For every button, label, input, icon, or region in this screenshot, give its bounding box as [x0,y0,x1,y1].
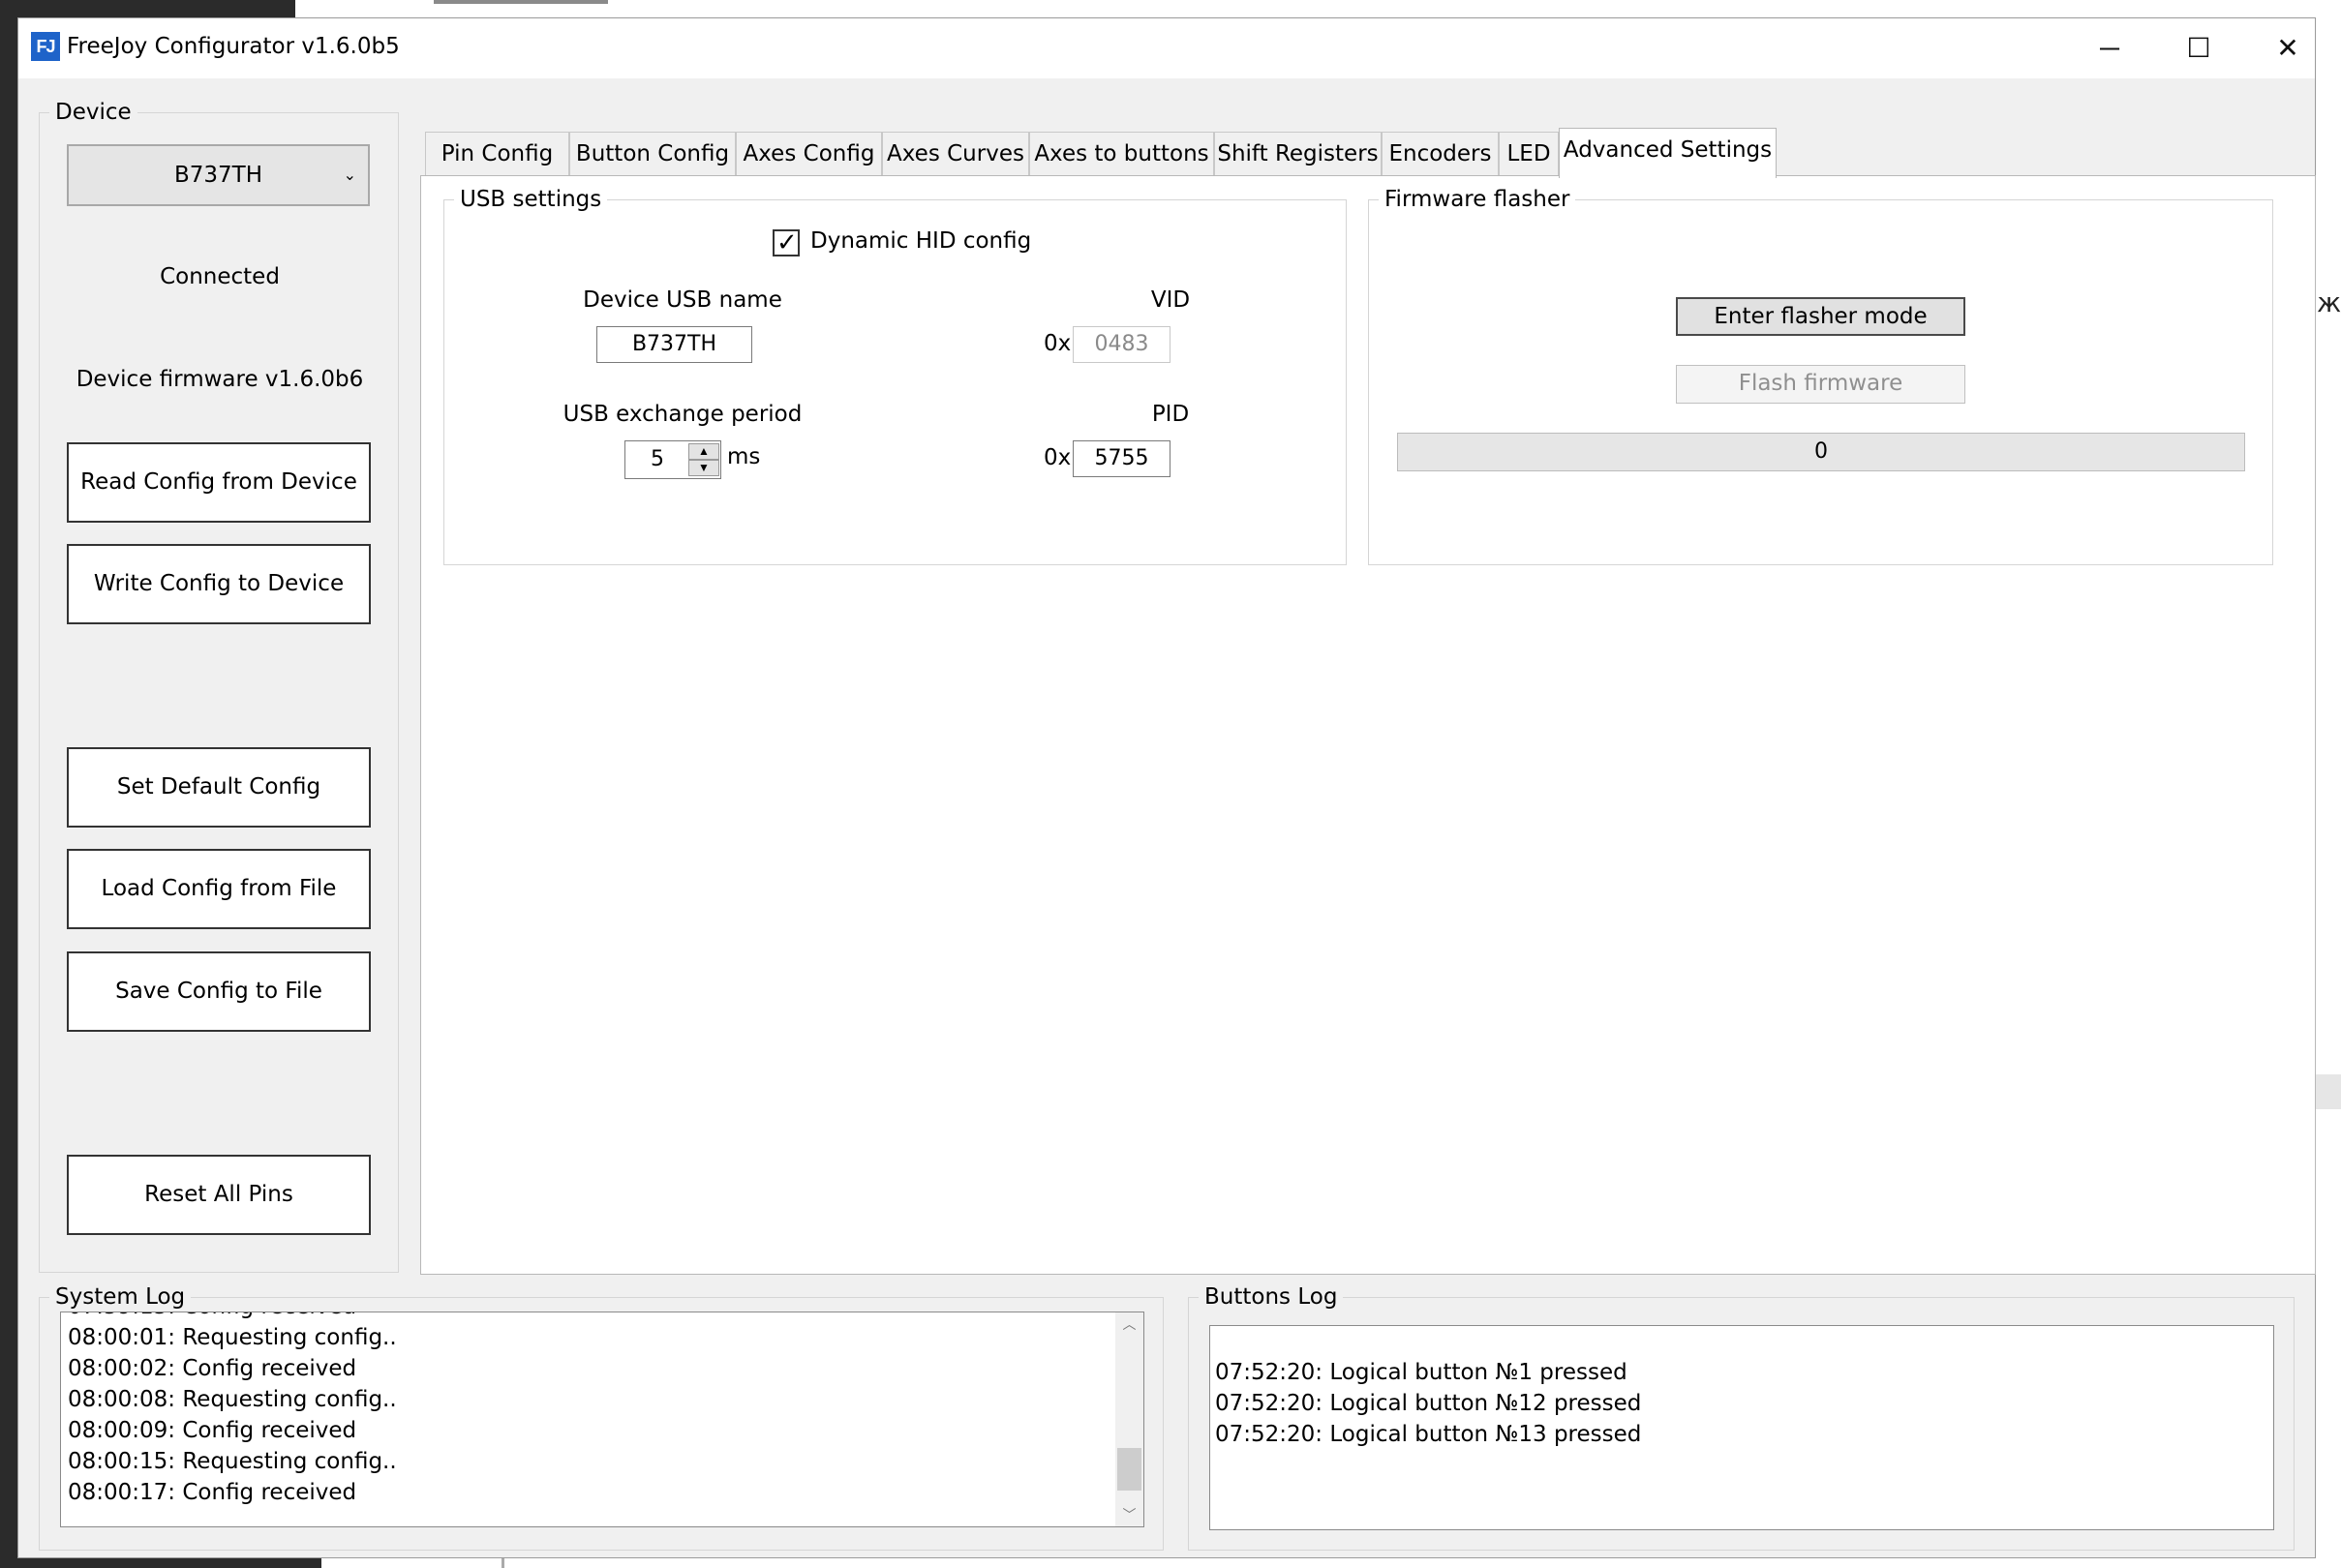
set-default-config-button[interactable]: Set Default Config [67,747,371,828]
spinner-down-icon[interactable]: ▼ [688,460,719,476]
tab-shift-registers[interactable]: Shift Registers [1214,132,1382,176]
flash-firmware-button[interactable]: Flash firmware [1676,365,1965,404]
background-right-panel [2316,0,2341,1568]
app-window: FJ FreeJoy Configurator v1.6.0b5 ─ ☐ ✕ D… [17,17,2316,1558]
save-config-button[interactable]: Save Config to File [67,951,371,1032]
background-bottom-divider [502,1558,504,1568]
dynamic-hid-checkbox[interactable]: ✓ [773,227,800,256]
window-title: FreeJoy Configurator v1.6.0b5 [67,34,400,59]
dynamic-hid-label: Dynamic HID config [810,228,1032,254]
spinner-up-icon[interactable]: ▲ [688,443,719,460]
system-log-list[interactable]: 07:59:15: Config received 08:00:01: Requ… [60,1312,1144,1527]
log-line: 08:00:08: Requesting config.. [68,1387,397,1412]
checkmark-icon: ✓ [776,227,798,256]
buttons-log-title: Buttons Log [1199,1282,1344,1312]
device-select[interactable]: B737TH ⌄ [67,144,370,206]
close-icon[interactable]: ✕ [2243,18,2332,78]
firmware-flasher-title: Firmware flasher [1379,185,1576,214]
system-log-scrollbar[interactable]: ︿ ﹀ [1115,1312,1143,1526]
vid-label: VID [1150,287,1191,313]
device-usb-name-input[interactable]: B737TH [596,326,752,363]
buttons-log-group: Buttons Log 07:52:20: Logical button №1 … [1188,1282,2295,1551]
maximize-icon[interactable]: ☐ [2154,18,2243,78]
pid-label: PID [1151,402,1190,427]
pid-input[interactable]: 5755 [1073,440,1170,477]
usb-exchange-period-label: USB exchange period [562,402,803,427]
flash-progress-text: 0 [1814,439,1828,464]
reset-all-pins-button[interactable]: Reset All Pins [67,1155,371,1235]
vid-input[interactable]: 0483 [1073,326,1170,363]
vid-prefix: 0x [1044,331,1072,356]
connection-status: Connected [160,264,280,289]
scroll-up-icon[interactable]: ︿ [1115,1312,1143,1336]
log-line: 07:59:15: Config received [68,1312,397,1322]
advanced-settings-page: USB settings ✓ Dynamic HID config Device… [420,175,2316,1275]
usb-settings-title: USB settings [454,185,608,214]
log-line: 07:52:20: Logical button №13 pressed [1215,1422,1642,1447]
tab-axes-curves[interactable]: Axes Curves [882,132,1029,176]
log-line: 08:00:01: Requesting config.. [68,1325,397,1350]
device-usb-name-label: Device USB name [583,287,782,313]
background-tab-strip [434,0,608,4]
system-log-lines: 07:59:15: Config received 08:00:01: Requ… [68,1312,397,1508]
chevron-down-icon: ⌄ [343,166,356,184]
tab-led[interactable]: LED [1499,132,1559,176]
tab-encoders[interactable]: Encoders [1382,132,1499,176]
scroll-thumb[interactable] [1117,1448,1141,1491]
usb-exchange-unit: ms [727,444,761,469]
log-line: 08:00:02: Config received [68,1356,357,1381]
load-config-button[interactable]: Load Config from File [67,849,371,929]
tab-axes-to-buttons[interactable]: Axes to buttons [1029,132,1214,176]
device-select-value: B737TH [173,163,263,188]
log-line: 08:00:15: Requesting config.. [68,1449,397,1474]
read-config-button[interactable]: Read Config from Device [67,442,371,523]
usb-settings-group: USB settings ✓ Dynamic HID config Device… [443,185,1347,565]
log-line: 08:00:17: Config received [68,1480,357,1505]
log-line: 07:52:20: Logical button №1 pressed [1215,1360,1627,1385]
device-group-title: Device [49,98,137,127]
log-line: 08:00:09: Config received [68,1418,357,1443]
tab-pin-config[interactable]: Pin Config [425,132,569,176]
background-right-divider [2316,1074,2341,1109]
app-logo-icon: FJ [31,32,60,61]
tab-axes-config[interactable]: Axes Config [736,132,882,176]
system-log-title: System Log [49,1282,192,1312]
usb-exchange-period-value: 5 [651,447,664,471]
enter-flasher-mode-button[interactable]: Enter flasher mode [1676,297,1965,336]
device-group: Device B737TH ⌄ Connected Device firmwar… [39,98,399,1273]
background-partial-text: жа [2317,286,2341,318]
flash-progress-bar: 0 [1397,433,2245,471]
firmware-flasher-group: Firmware flasher Enter flasher mode Flas… [1368,185,2273,565]
device-firmware-version: Device firmware v1.6.0b6 [76,367,364,392]
pid-prefix: 0x [1044,445,1072,470]
scroll-down-icon[interactable]: ﹀ [1115,1503,1143,1526]
buttons-log-list[interactable]: 07:52:20: Logical button №1 pressed 07:5… [1209,1325,2274,1530]
write-config-button[interactable]: Write Config to Device [67,544,371,624]
buttons-log-lines: 07:52:20: Logical button №1 pressed 07:5… [1215,1357,1641,1450]
log-line: 07:52:20: Logical button №12 pressed [1215,1391,1642,1416]
background-bottom-strip [321,1558,2341,1568]
tab-advanced-settings[interactable]: Advanced Settings [1559,128,1777,178]
minimize-icon[interactable]: ─ [2065,18,2154,78]
tab-button-config[interactable]: Button Config [569,132,736,176]
system-log-group: System Log 07:59:15: Config received 08:… [39,1282,1164,1551]
title-bar: FJ FreeJoy Configurator v1.6.0b5 ─ ☐ ✕ [18,18,2315,78]
